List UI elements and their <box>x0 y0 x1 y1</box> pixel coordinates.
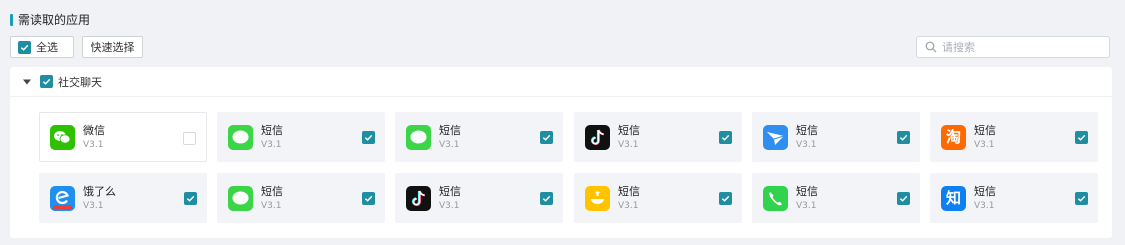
app-card[interactable]: 微信 V3.1 <box>39 112 207 162</box>
app-checkbox[interactable] <box>362 192 375 205</box>
quick-select-button[interactable]: 快速选择 <box>82 36 143 58</box>
app-version: V3.1 <box>974 200 995 211</box>
zhihu-icon: 知 <box>941 185 966 211</box>
app-name: 短信 <box>796 184 818 198</box>
paper-plane-icon <box>763 124 788 150</box>
group-checkbox[interactable] <box>40 75 53 88</box>
app-checkbox[interactable] <box>1075 131 1088 144</box>
app-version: V3.1 <box>83 200 104 211</box>
app-name: 短信 <box>261 184 283 198</box>
app-checkbox[interactable] <box>183 132 196 145</box>
select-all-label: 全选 <box>36 41 58 54</box>
app-name: 微信 <box>83 123 105 137</box>
app-checkbox[interactable] <box>897 192 910 205</box>
app-version: V3.1 <box>261 139 282 150</box>
app-name: 短信 <box>796 123 818 137</box>
app-checkbox[interactable] <box>719 131 732 144</box>
search-input[interactable] <box>942 40 1102 54</box>
app-group-panel: 社交聊天 微信 V3.1 短信 V3.1 短信 V3.1 短信 V3.1 短信 … <box>10 67 1112 238</box>
app-checkbox[interactable] <box>540 192 553 205</box>
app-card[interactable]: 短信 V3.1 <box>395 112 563 162</box>
app-name: 短信 <box>618 184 640 198</box>
select-all-checkbox[interactable] <box>18 40 31 54</box>
app-card[interactable]: 短信 V3.1 <box>574 112 742 162</box>
app-card[interactable]: 短信 V3.1 <box>217 173 385 223</box>
title-accent-bar <box>10 13 13 26</box>
app-checkbox[interactable] <box>184 192 197 205</box>
app-version: V3.1 <box>261 200 282 211</box>
app-name: 饿了么 <box>83 184 116 198</box>
messages-icon <box>228 185 253 211</box>
app-name: 短信 <box>261 123 283 137</box>
caret-down-icon[interactable] <box>22 77 32 87</box>
app-version: V3.1 <box>618 139 639 150</box>
app-checkbox[interactable] <box>719 192 732 205</box>
phone-icon <box>763 185 788 211</box>
wechat-icon <box>50 124 75 150</box>
app-card[interactable]: 淘 短信 V3.1 <box>930 112 1098 162</box>
app-checkbox[interactable] <box>1075 192 1088 205</box>
messages-icon <box>228 124 253 150</box>
app-version: V3.1 <box>439 139 460 150</box>
taobao-icon: 淘 <box>941 124 966 150</box>
app-version: V3.1 <box>83 139 104 150</box>
app-name: 短信 <box>439 184 461 198</box>
quick-select-label: 快速选择 <box>90 41 135 54</box>
app-version: V3.1 <box>439 200 460 211</box>
app-version: V3.1 <box>618 200 639 211</box>
app-name: 短信 <box>974 123 996 137</box>
app-name: 短信 <box>974 184 996 198</box>
group-header[interactable]: 社交聊天 <box>10 67 1112 97</box>
app-name: 短信 <box>618 123 640 137</box>
app-version: V3.1 <box>796 200 817 211</box>
eleme-icon <box>50 185 75 211</box>
app-version: V3.1 <box>974 139 995 150</box>
tiktok-icon <box>406 185 431 211</box>
app-version: V3.1 <box>796 139 817 150</box>
app-checkbox[interactable] <box>540 131 553 144</box>
app-card[interactable]: 短信 V3.1 <box>752 173 920 223</box>
search-icon <box>925 41 937 53</box>
tiktok-icon <box>585 124 610 150</box>
app-card[interactable]: 饿了么 V3.1 <box>39 173 207 223</box>
app-checkbox[interactable] <box>362 131 375 144</box>
messages-icon <box>406 124 431 150</box>
group-name: 社交聊天 <box>58 75 102 89</box>
app-card[interactable]: 短信 V3.1 <box>752 112 920 162</box>
app-card[interactable]: 短信 V3.1 <box>395 173 563 223</box>
app-checkbox[interactable] <box>897 131 910 144</box>
search-box[interactable] <box>916 36 1110 58</box>
meituan-icon <box>585 185 610 211</box>
app-card[interactable]: 知 短信 V3.1 <box>930 173 1098 223</box>
app-card[interactable]: 短信 V3.1 <box>217 112 385 162</box>
section-title: 需读取的应用 <box>10 11 90 28</box>
app-card[interactable]: 短信 V3.1 <box>574 173 742 223</box>
select-all-button[interactable]: 全选 <box>10 36 74 58</box>
section-title-text: 需读取的应用 <box>18 13 91 27</box>
app-name: 短信 <box>439 123 461 137</box>
